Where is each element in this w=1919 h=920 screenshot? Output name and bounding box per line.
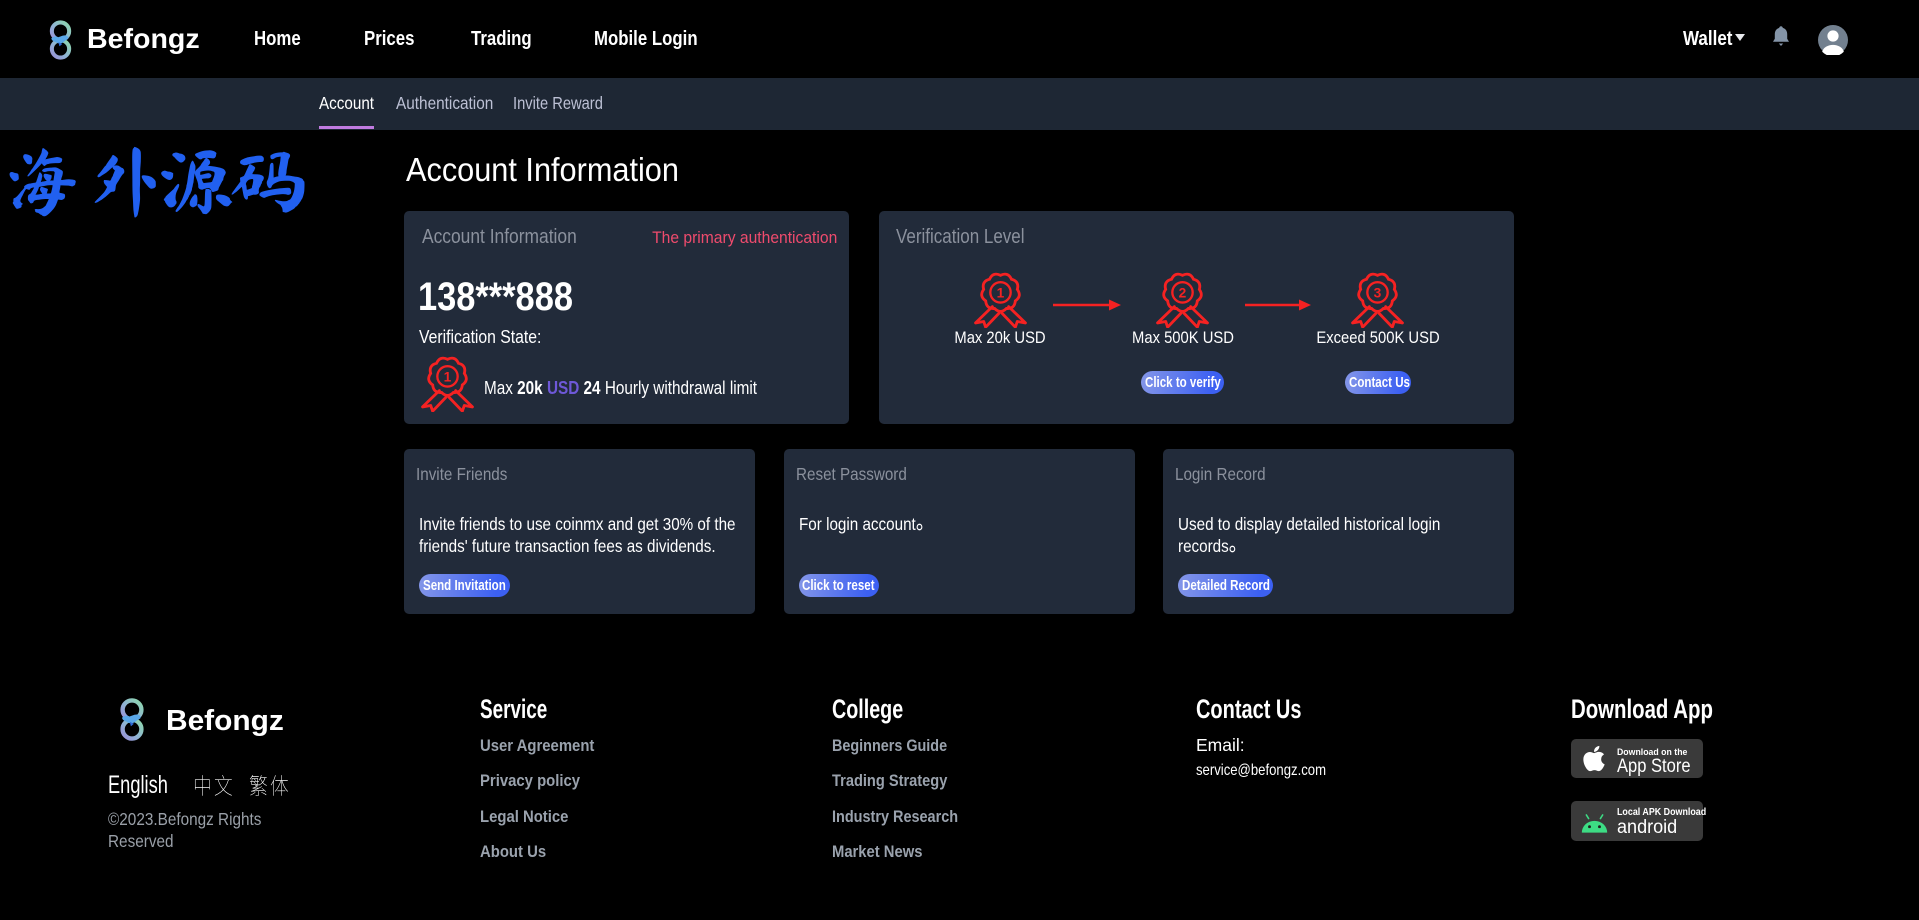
svg-text:3: 3 — [1374, 285, 1382, 300]
svg-text:2: 2 — [1179, 285, 1187, 300]
svg-text:1: 1 — [444, 369, 452, 384]
svg-text:1: 1 — [996, 285, 1004, 300]
